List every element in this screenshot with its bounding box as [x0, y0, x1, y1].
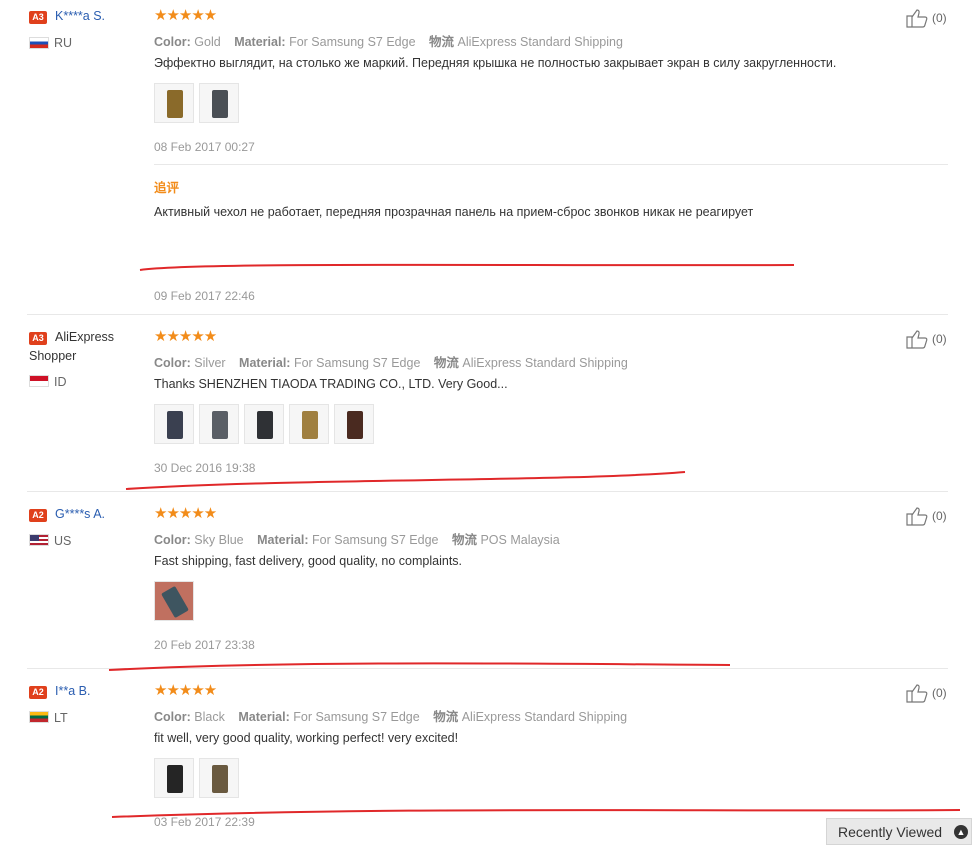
- annotation-underline: [125, 471, 686, 490]
- annotation-underline: [111, 809, 961, 818]
- recently-viewed-label: Recently Viewed: [838, 823, 943, 840]
- chevron-up-icon: ▲: [954, 825, 968, 839]
- annotation-underline: [139, 263, 795, 271]
- recently-viewed-tab[interactable]: Recently Viewed ▲: [826, 818, 972, 845]
- annotation-layer: [108, 263, 961, 818]
- annotation-underline: [108, 662, 731, 671]
